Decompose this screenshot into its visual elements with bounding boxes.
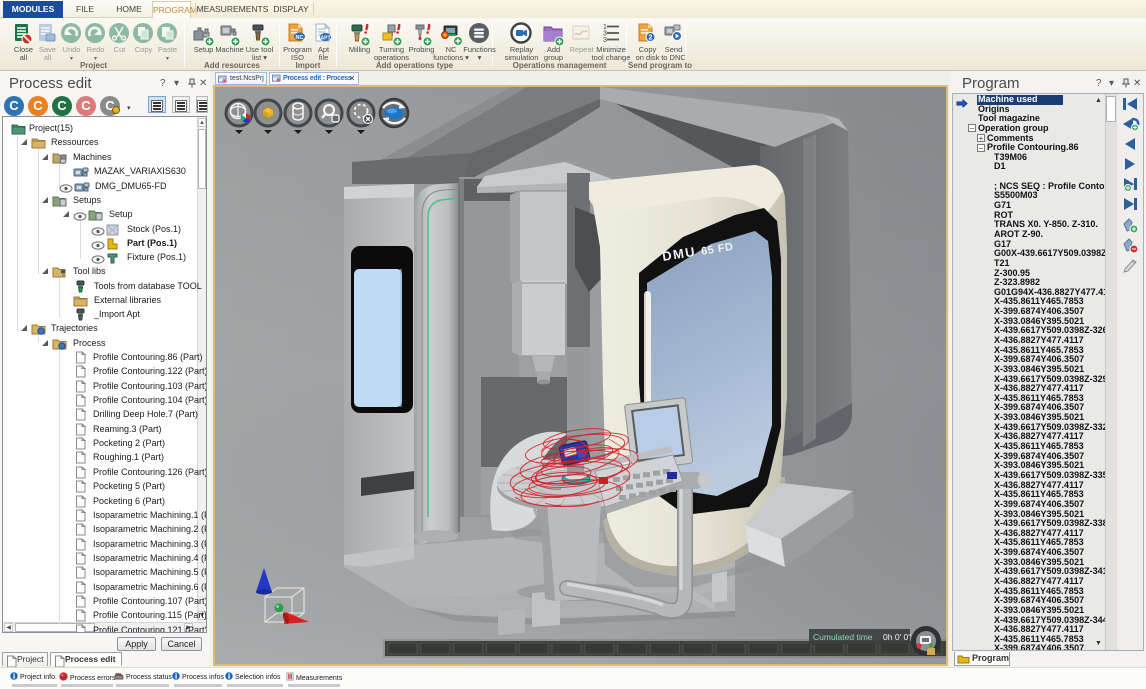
svg-text:NC: NC [296,35,304,41]
svg-text:APT: APT [321,35,331,41]
svg-text:0h 0' 0": 0h 0' 0" [883,632,911,642]
svg-text:2: 2 [649,35,653,42]
svg-text:Cumulated time: Cumulated time [813,632,873,642]
svg-text:3: 3 [603,37,607,44]
